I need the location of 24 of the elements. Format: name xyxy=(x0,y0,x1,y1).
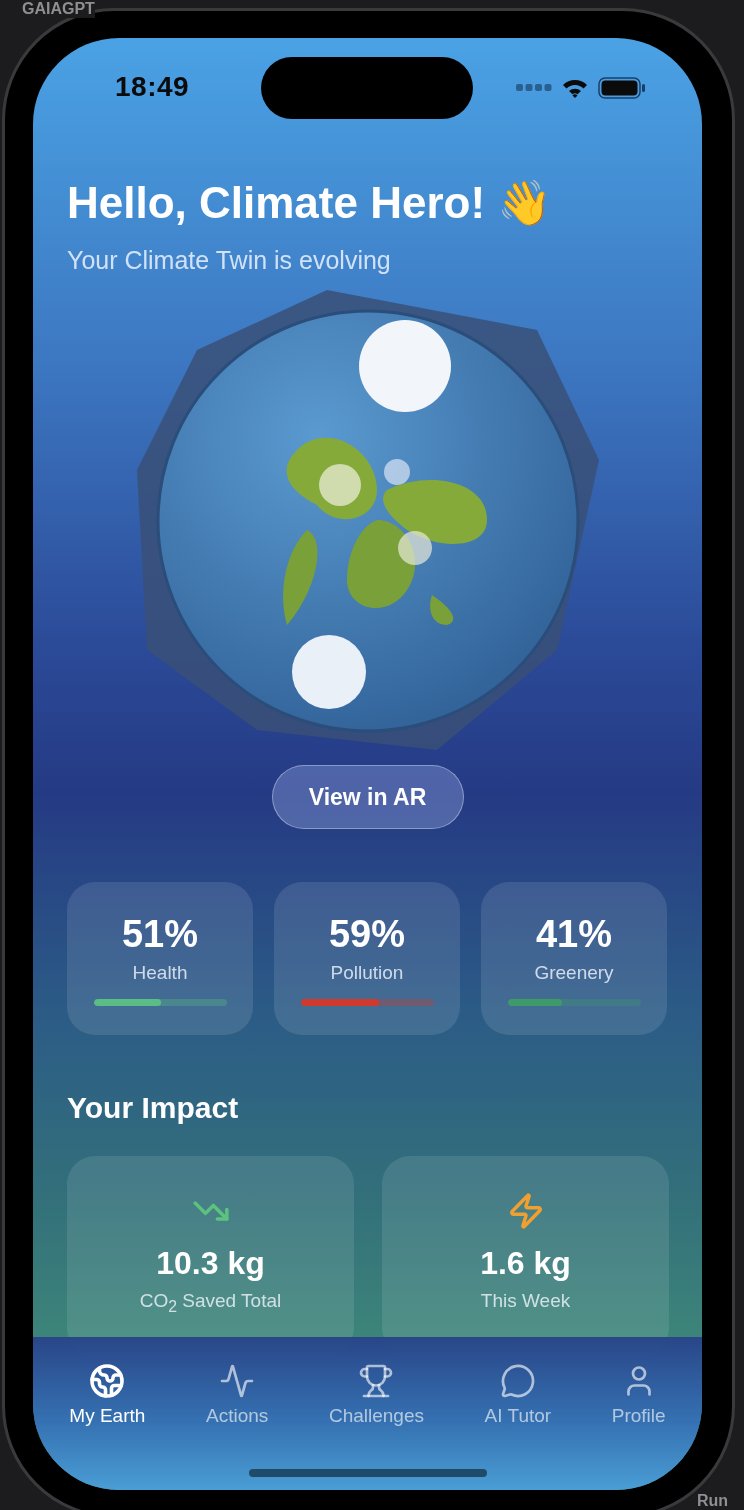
tab-item[interactable]: Profile xyxy=(611,1363,666,1427)
app-title: GAIAGPT xyxy=(22,0,95,18)
tab-item[interactable]: Challenges xyxy=(328,1363,424,1427)
battery-icon xyxy=(598,77,646,99)
tab-item[interactable]: Actions xyxy=(205,1363,269,1427)
signal-icon xyxy=(516,84,552,92)
stat-label: Health xyxy=(132,961,188,985)
impact-title: Your Impact xyxy=(67,1090,240,1126)
view-ar-button[interactable]: View in AR xyxy=(271,765,464,829)
stat-label: Pollution xyxy=(330,961,404,985)
stat-value: 59% xyxy=(328,912,406,956)
tab-item[interactable]: AI Tutor xyxy=(484,1363,552,1427)
greeting-title: Hello, Climate Hero! 👋 xyxy=(67,178,554,228)
impact-value: 10.3 kg xyxy=(156,1244,265,1282)
status-time: 18:49 xyxy=(115,71,190,103)
stat-value: 41% xyxy=(535,912,613,956)
stat-value: 51% xyxy=(121,912,199,956)
impact-label: CO$_{2}$ Saved Total xyxy=(139,1289,282,1317)
wifi-icon xyxy=(562,78,588,98)
impact-value: 1.6 kg xyxy=(480,1244,571,1282)
tab-item[interactable]: My Earth xyxy=(69,1363,146,1427)
impact-label: This Week xyxy=(480,1289,571,1313)
greeting-subtitle: Your Climate Twin is evolving xyxy=(67,245,392,276)
stat-label: Greenery xyxy=(534,961,614,985)
